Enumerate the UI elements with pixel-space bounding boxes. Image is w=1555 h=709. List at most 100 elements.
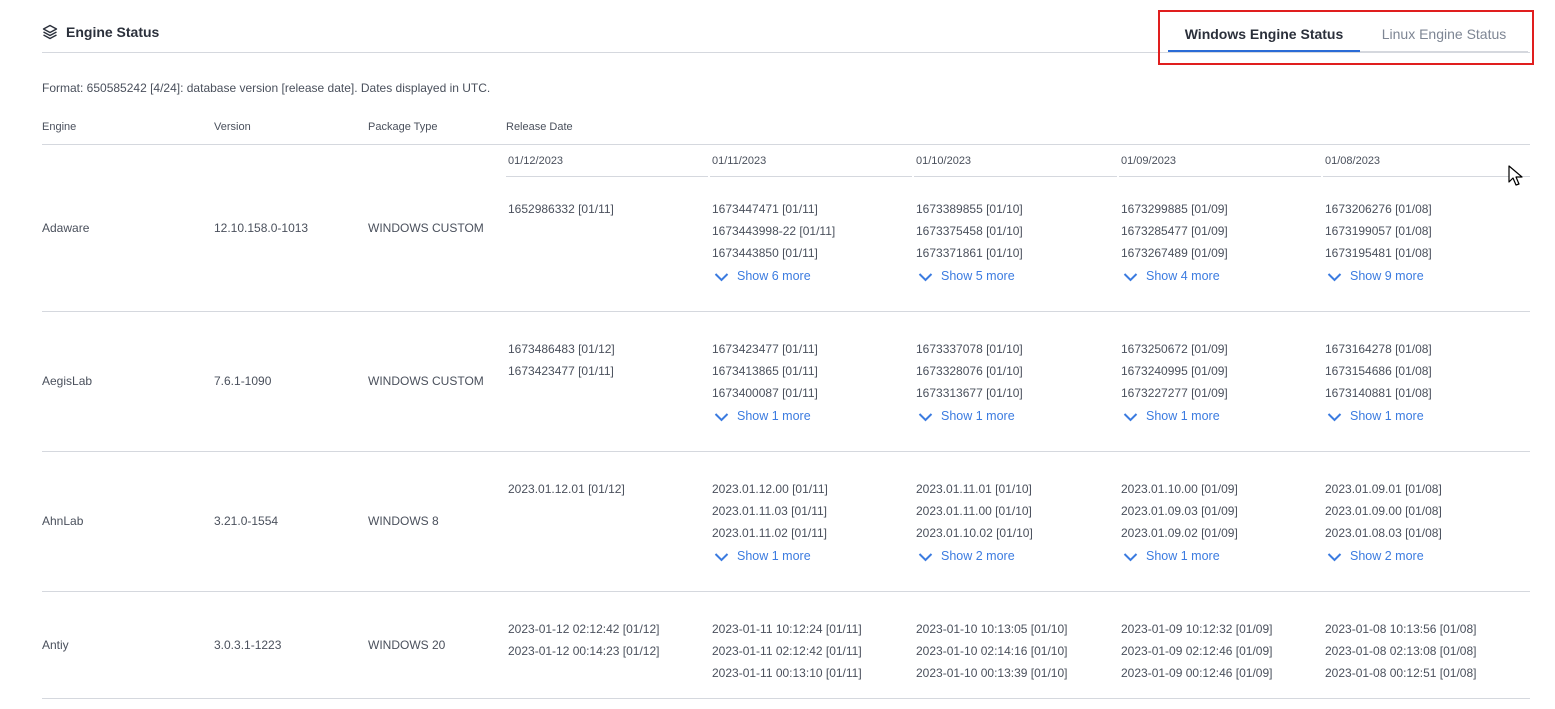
engine-version: 3.0.3.1-1223 <box>214 638 282 652</box>
release-version: 2023-01-10 02:14:16 [01/10] <box>916 644 1068 658</box>
mouse-cursor-icon <box>1508 165 1524 187</box>
release-version: 1673140881 [01/08] <box>1325 386 1432 400</box>
show-more-label: Show 4 more <box>1146 269 1220 283</box>
release-version: 1673423477 [01/11] <box>508 364 614 378</box>
release-version: 1673285477 [01/09] <box>1121 224 1228 238</box>
engine-status-tabs: Windows Engine Status Linux Engine Statu… <box>1168 26 1528 52</box>
show-more-label: Show 1 more <box>1350 409 1424 423</box>
show-more-button[interactable]: Show 1 more <box>918 409 1015 423</box>
release-version: 2023-01-09 10:12:32 [01/09] <box>1121 622 1273 636</box>
date-underline <box>914 176 1117 177</box>
show-more-button[interactable]: Show 4 more <box>1123 269 1220 283</box>
date-underline <box>710 176 912 177</box>
chevron-down-icon <box>1123 551 1138 562</box>
show-more-label: Show 1 more <box>1146 409 1220 423</box>
release-version: 1673299885 [01/09] <box>1121 202 1228 216</box>
show-more-button[interactable]: Show 1 more <box>714 409 811 423</box>
release-version: 2023-01-10 10:13:05 [01/10] <box>916 622 1068 636</box>
column-header-version: Version <box>214 121 251 133</box>
date-underline <box>1323 176 1530 177</box>
release-version: 1673371861 [01/10] <box>916 246 1023 260</box>
release-version: 2023-01-11 00:13:10 [01/11] <box>712 666 862 680</box>
format-note: Format: 650585242 [4/24]: database versi… <box>42 81 491 95</box>
show-more-button[interactable]: Show 1 more <box>1327 409 1424 423</box>
release-version: 1652986332 [01/11] <box>508 202 614 216</box>
show-more-button[interactable]: Show 2 more <box>918 549 1015 563</box>
show-more-button[interactable]: Show 2 more <box>1327 549 1424 563</box>
page-title: Engine Status <box>66 24 160 40</box>
show-more-label: Show 6 more <box>737 269 811 283</box>
package-type: WINDOWS 20 <box>368 638 446 652</box>
tab-linux-engine-status[interactable]: Linux Engine Status <box>1360 26 1528 52</box>
release-version: 1673423477 [01/11] <box>712 342 818 356</box>
package-type: WINDOWS 8 <box>368 514 439 528</box>
chevron-down-icon <box>918 411 933 422</box>
date-header: 01/12/2023 <box>508 155 564 167</box>
engine-status-page: Engine Status Windows Engine Status Linu… <box>0 0 1555 709</box>
release-version: 2023-01-09 02:12:46 [01/09] <box>1121 644 1273 658</box>
release-version: 2023-01-08 00:12:51 [01/08] <box>1325 666 1477 680</box>
release-version: 1673313677 [01/10] <box>916 386 1023 400</box>
engine-name: Antiy <box>42 638 69 652</box>
release-version: 2023.01.09.01 [01/08] <box>1325 482 1442 496</box>
date-underline <box>1119 176 1321 177</box>
chevron-down-icon <box>1123 411 1138 422</box>
column-header-release-date: Release Date <box>506 121 573 133</box>
show-more-button[interactable]: Show 1 more <box>1123 549 1220 563</box>
show-more-button[interactable]: Show 9 more <box>1327 269 1424 283</box>
release-version: 2023.01.10.02 [01/10] <box>916 526 1033 540</box>
release-version: 2023-01-09 00:12:46 [01/09] <box>1121 666 1273 680</box>
release-version: 2023.01.12.00 [01/11] <box>712 482 828 496</box>
release-version: 2023.01.11.02 [01/11] <box>712 526 827 540</box>
chevron-down-icon <box>714 551 729 562</box>
release-version: 1673267489 [01/09] <box>1121 246 1228 260</box>
release-version: 1673250672 [01/09] <box>1121 342 1228 356</box>
release-version: 1673443850 [01/11] <box>712 246 818 260</box>
date-header: 01/11/2023 <box>712 155 767 167</box>
release-version: 2023-01-12 02:12:42 [01/12] <box>508 622 660 636</box>
layers-icon <box>42 24 58 40</box>
release-version: 2023-01-12 00:14:23 [01/12] <box>508 644 660 658</box>
show-more-label: Show 1 more <box>737 409 811 423</box>
row-divider <box>42 698 1530 699</box>
chevron-down-icon <box>714 271 729 282</box>
engine-version: 12.10.158.0-1013 <box>214 221 309 235</box>
engine-version: 3.21.0-1554 <box>214 514 279 528</box>
release-version: 1673413865 [01/11] <box>712 364 818 378</box>
row-divider <box>42 451 1530 452</box>
date-header: 01/08/2023 <box>1325 155 1381 167</box>
release-version: 1673443998-22 [01/11] <box>712 224 836 238</box>
engine-version: 7.6.1-1090 <box>214 374 272 388</box>
date-header: 01/09/2023 <box>1121 155 1177 167</box>
release-version: 2023.01.12.01 [01/12] <box>508 482 625 496</box>
date-underline <box>506 176 708 177</box>
show-more-button[interactable]: Show 6 more <box>714 269 811 283</box>
release-version: 1673199057 [01/08] <box>1325 224 1432 238</box>
release-version: 2023-01-11 02:12:42 [01/11] <box>712 644 862 658</box>
release-version: 2023.01.10.00 [01/09] <box>1121 482 1238 496</box>
release-version: 1673447471 [01/11] <box>712 202 818 216</box>
date-header: 01/10/2023 <box>916 155 972 167</box>
engine-name: Adaware <box>42 221 90 235</box>
show-more-button[interactable]: Show 1 more <box>1123 409 1220 423</box>
show-more-label: Show 2 more <box>1350 549 1424 563</box>
show-more-button[interactable]: Show 1 more <box>714 549 811 563</box>
show-more-label: Show 5 more <box>941 269 1015 283</box>
package-type: WINDOWS CUSTOM <box>368 221 484 235</box>
column-header-engine: Engine <box>42 121 77 133</box>
show-more-button[interactable]: Show 5 more <box>918 269 1015 283</box>
engine-name: AhnLab <box>42 514 84 528</box>
show-more-label: Show 1 more <box>737 549 811 563</box>
release-version: 1673400087 [01/11] <box>712 386 818 400</box>
engine-name: AegisLab <box>42 374 93 388</box>
release-version: 1673154686 [01/08] <box>1325 364 1432 378</box>
release-version: 1673486483 [01/12] <box>508 342 615 356</box>
show-more-label: Show 9 more <box>1350 269 1424 283</box>
chevron-down-icon <box>714 411 729 422</box>
chevron-down-icon <box>918 551 933 562</box>
release-version: 2023.01.11.01 [01/10] <box>916 482 1032 496</box>
tab-windows-engine-status[interactable]: Windows Engine Status <box>1168 26 1360 52</box>
release-version: 1673227277 [01/09] <box>1121 386 1228 400</box>
release-version: 2023-01-08 10:13:56 [01/08] <box>1325 622 1477 636</box>
row-divider <box>42 591 1530 592</box>
